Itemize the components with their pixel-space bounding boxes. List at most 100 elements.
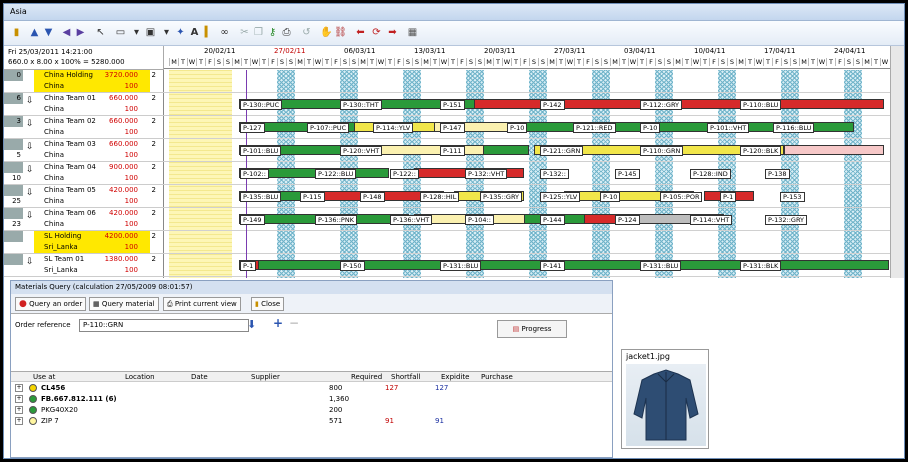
column-header[interactable]: Location — [125, 373, 155, 381]
order-label[interactable]: P-147 — [440, 123, 465, 133]
order-label[interactable]: P-121::GRN — [540, 146, 584, 156]
order-label[interactable]: P-131::BLK — [740, 261, 782, 271]
cut-icon[interactable]: ✂ — [238, 26, 251, 39]
order-label[interactable]: P-130::PUC — [240, 100, 283, 110]
next-icon[interactable]: ▶ — [74, 26, 87, 39]
table-row[interactable]: + FB.667.812.111 (6) 1,360 — [11, 394, 612, 405]
resource-row[interactable]: 3 ⇩ China Team 02 China 660.000 100 2 — [4, 116, 164, 139]
add-icon[interactable]: + — [273, 316, 283, 330]
screen-icon[interactable]: ▭ — [114, 26, 127, 39]
order-label[interactable]: P-144 — [540, 215, 565, 225]
order-label[interactable]: P-120::BLK — [740, 146, 782, 156]
left-arrow-icon[interactable]: ⬅ — [354, 26, 367, 39]
resource-row[interactable]: 10 ⇩ China Team 04 China 900.000 100 2 — [4, 162, 164, 185]
order-label[interactable]: P-135::BLU — [240, 192, 282, 202]
column-header[interactable]: Date — [191, 373, 208, 381]
binoculars-icon[interactable]: ∞ — [218, 26, 231, 39]
chart-icon[interactable]: ▦ — [406, 26, 419, 39]
resource-row[interactable]: ⇩ SL Team 01 Sri_Lanka 1380.000 100 2 — [4, 254, 164, 277]
order-label[interactable]: P-105::POR — [660, 192, 703, 202]
order-label[interactable]: P-141 — [540, 261, 565, 271]
close-button[interactable]: ▮ Close — [251, 297, 285, 311]
open-icon[interactable]: ▮ — [10, 26, 23, 39]
query-order-button[interactable]: ● Query an order — [15, 297, 87, 311]
order-label[interactable]: P-132::VHT — [465, 169, 508, 179]
gantt-body[interactable]: P-130::PUC P-130::THT P-151 P-142 P-112::GRY… — [164, 70, 890, 278]
expand-arrow-icon[interactable]: ⇩ — [26, 165, 34, 175]
right-arrow-icon[interactable]: ➡ — [386, 26, 399, 39]
link-icon[interactable]: ⛓ — [334, 26, 347, 39]
expand-arrow-icon[interactable]: ⇩ — [26, 96, 34, 106]
copy-icon[interactable]: ❐ — [252, 26, 265, 39]
order-label[interactable]: P-104:: — [465, 215, 494, 225]
order-label[interactable]: P-122::BLU — [315, 169, 357, 179]
order-label[interactable]: P-128::HIL — [420, 192, 460, 202]
order-label[interactable]: P-136::PNK — [315, 215, 357, 225]
order-label[interactable]: P-132:: — [540, 169, 569, 179]
order-label[interactable]: P-101::VHT — [707, 123, 750, 133]
up-icon[interactable]: ▲ — [28, 26, 41, 39]
progress-button[interactable]: ▤ Progress — [497, 320, 567, 338]
gantt-bar[interactable] — [784, 145, 884, 155]
order-label[interactable]: P-145 — [615, 169, 640, 179]
order-label[interactable]: P-110::BLU — [740, 100, 782, 110]
order-label[interactable]: P-114::VHT — [690, 215, 733, 225]
gantt-chart[interactable]: 20/02/11 27/02/11 06/03/11 13/03/11 20/03/11… — [164, 46, 890, 278]
order-label[interactable]: P-116::BLU — [773, 123, 815, 133]
print-icon[interactable]: ⎙ — [280, 26, 293, 39]
font-icon[interactable]: A — [188, 26, 201, 39]
order-label[interactable]: P-136::VHT — [390, 215, 433, 225]
column-header[interactable]: Purchase — [481, 373, 513, 381]
column-header[interactable]: Shortfall — [391, 373, 420, 381]
order-label[interactable]: P-101::BLU — [240, 146, 282, 156]
download-icon[interactable]: ⬇ — [247, 318, 256, 331]
resource-row[interactable]: 5 ⇩ China Team 03 China 660.000 100 2 — [4, 139, 164, 162]
down-icon[interactable]: ▼ — [42, 26, 55, 39]
resource-row[interactable]: 23 ⇩ China Team 06 China 420.000 100 2 — [4, 208, 164, 231]
order-label[interactable]: P-135::GRY — [480, 192, 523, 202]
order-label[interactable]: P-142 — [540, 100, 565, 110]
order-label[interactable]: P-151 — [440, 100, 465, 110]
column-header[interactable]: Expidite — [441, 373, 469, 381]
order-label[interactable]: P-153 — [780, 192, 805, 202]
refresh-icon[interactable]: ⟳ — [370, 26, 383, 39]
expand-arrow-icon[interactable]: ⇩ — [26, 188, 34, 198]
order-label[interactable]: P-107::PUC — [307, 123, 350, 133]
expand-icon[interactable]: + — [15, 406, 23, 414]
order-label[interactable]: P-150 — [340, 261, 365, 271]
key-icon[interactable]: ⚷ — [266, 26, 279, 39]
column-header[interactable]: Use at — [33, 373, 55, 381]
expand-icon[interactable]: + — [15, 417, 23, 425]
dropdown2-icon[interactable]: ▾ — [160, 26, 173, 39]
save-icon[interactable]: ▣ — [144, 26, 157, 39]
order-label[interactable]: P-115 — [300, 192, 325, 202]
undo-icon[interactable]: ↺ — [300, 26, 313, 39]
highlight-icon[interactable]: ▍ — [202, 26, 215, 39]
print-view-button[interactable]: ⎙ Print current view — [163, 297, 241, 311]
resource-row[interactable]: SL Holding Sri_Lanka 4200.000 100 2 — [4, 231, 164, 254]
order-label[interactable]: P-125::YLV — [540, 192, 581, 202]
order-label[interactable]: P-10 — [507, 123, 528, 133]
order-label[interactable]: P-1 — [240, 261, 257, 271]
pointer-icon[interactable]: ↖ — [94, 26, 107, 39]
expand-arrow-icon[interactable]: ⇩ — [26, 142, 34, 152]
order-label[interactable]: P-122:: — [390, 169, 419, 179]
resource-row[interactable]: 0 China Holding China 3720.000 100 2 — [4, 70, 164, 93]
expand-arrow-icon[interactable]: ⇩ — [26, 119, 34, 129]
column-header[interactable]: Required — [351, 373, 382, 381]
order-label[interactable]: P-10 — [640, 123, 661, 133]
order-label[interactable]: P-110::GRN — [640, 146, 684, 156]
order-label[interactable]: P-111 — [440, 146, 465, 156]
expand-icon[interactable]: + — [15, 384, 23, 392]
order-label[interactable]: P-131::BLU — [640, 261, 682, 271]
order-label[interactable]: P-124 — [615, 215, 640, 225]
order-label[interactable]: P-102:: — [240, 169, 269, 179]
dropdown-icon[interactable]: ▾ — [130, 26, 143, 39]
order-label[interactable]: P-1 — [720, 192, 737, 202]
prev-icon[interactable]: ◀ — [60, 26, 73, 39]
query-material-button[interactable]: ▦ Query material — [89, 297, 159, 311]
order-label[interactable]: P-127 — [240, 123, 265, 133]
filter-icon[interactable]: ✦ — [174, 26, 187, 39]
order-label[interactable]: P-132::GRY — [765, 215, 808, 225]
remove-icon[interactable]: − — [289, 316, 299, 330]
